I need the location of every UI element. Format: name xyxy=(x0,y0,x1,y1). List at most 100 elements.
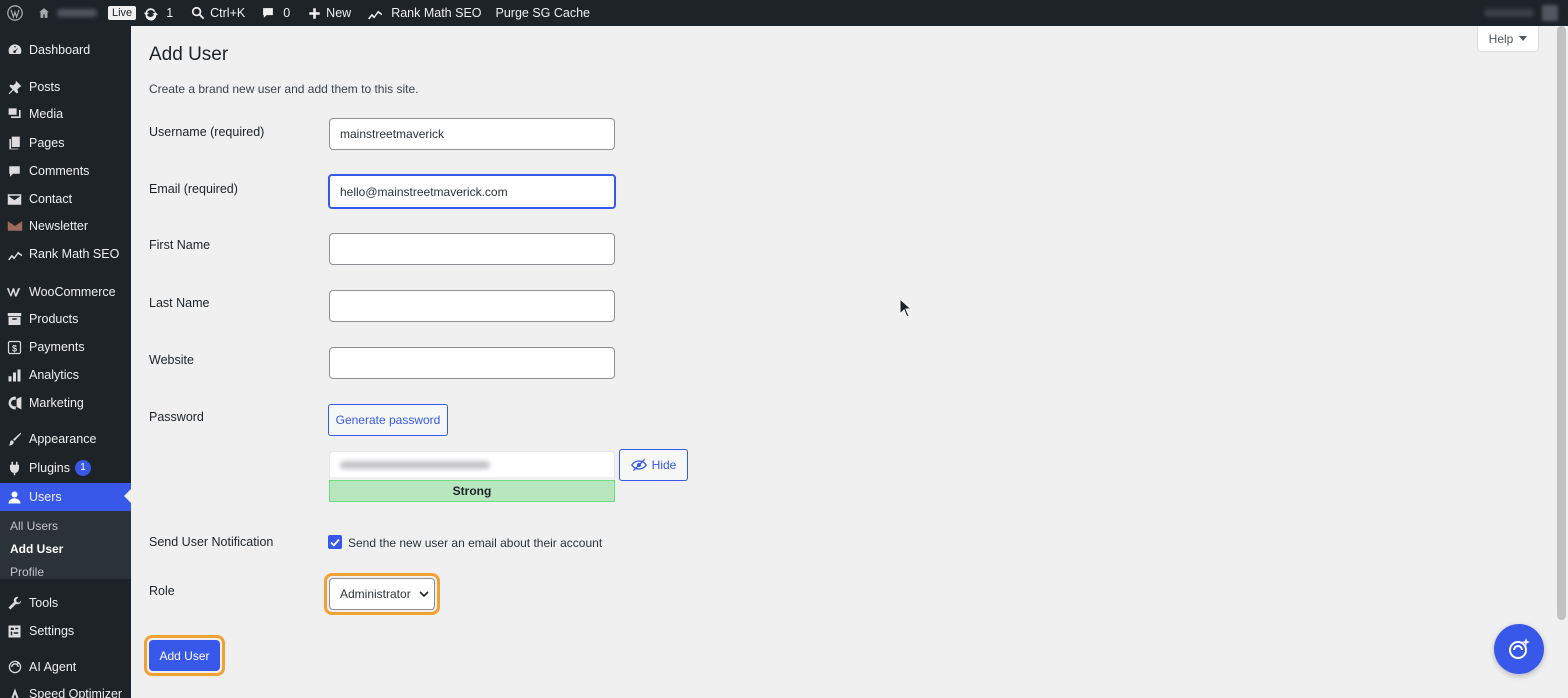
users-submenu: All Users Add User Profile xyxy=(0,511,131,579)
search-shortcut[interactable]: Ctrl+K xyxy=(184,0,252,26)
sidebar-item-label: Comments xyxy=(29,164,90,178)
brush-icon xyxy=(8,432,22,445)
sidebar-item-payments[interactable]: $ Payments xyxy=(0,334,131,360)
send-notification-checkbox[interactable] xyxy=(328,535,342,549)
sidebar-item-label: Tools xyxy=(29,596,59,610)
sidebar-item-analytics[interactable]: Analytics xyxy=(0,362,131,388)
sidebar-item-label: Settings xyxy=(29,624,75,638)
settings-icon xyxy=(8,625,21,637)
password-value-blurred xyxy=(340,460,490,469)
mouse-cursor-icon xyxy=(899,298,913,318)
sidebar-item-label: Appearance xyxy=(29,432,97,446)
page-scrollbar[interactable] xyxy=(1555,26,1568,698)
ai-assistant-button[interactable] xyxy=(1494,624,1544,674)
admin-sidebar: Dashboard Posts Media Pages Comments Con… xyxy=(0,26,131,698)
sidebar-item-ai-agent[interactable]: AI Agent xyxy=(0,654,131,680)
sidebar-item-users[interactable]: Users xyxy=(0,483,131,511)
current-menu-arrow xyxy=(124,489,131,503)
last-name-input[interactable] xyxy=(329,290,615,322)
sidebar-item-speed-optimizer[interactable]: Speed Optimizer xyxy=(0,681,131,698)
archive-icon xyxy=(7,313,22,325)
submenu-item-all-users[interactable]: All Users xyxy=(10,519,58,533)
rank-math-label: Rank Math SEO xyxy=(391,6,482,20)
sidebar-item-appearance[interactable]: Appearance xyxy=(0,426,131,452)
add-user-button[interactable]: Add User xyxy=(149,640,220,671)
sidebar-item-woocommerce[interactable]: WooCommerce xyxy=(0,279,131,305)
purge-cache-label: Purge SG Cache xyxy=(495,6,591,20)
page-title: Add User xyxy=(149,44,229,65)
svg-text:$: $ xyxy=(12,343,17,353)
sidebar-item-products[interactable]: Products xyxy=(0,306,131,332)
sidebar-item-label: Dashboard xyxy=(29,43,91,57)
help-label: Help xyxy=(1488,31,1514,46)
wordpress-logo-menu[interactable] xyxy=(0,0,30,26)
rank-math-icon xyxy=(368,10,383,20)
submenu-item-add-user[interactable]: Add User xyxy=(10,542,63,556)
home-icon xyxy=(39,8,49,18)
sidebar-item-settings[interactable]: Settings xyxy=(0,618,131,644)
sidebar-item-label: WooCommerce xyxy=(29,285,116,299)
plug-icon xyxy=(9,461,20,475)
rank-math-menu[interactable]: Rank Math SEO xyxy=(360,0,488,26)
sidebar-item-label: Media xyxy=(29,107,64,121)
new-label: New xyxy=(326,6,352,20)
media-icon xyxy=(8,108,21,118)
hide-password-button[interactable]: Hide xyxy=(619,449,688,481)
woocommerce-icon xyxy=(6,288,20,297)
plugins-update-badge: 1 xyxy=(75,460,91,476)
sidebar-item-comments[interactable]: Comments xyxy=(0,158,131,184)
sidebar-item-newsletter[interactable]: Newsletter xyxy=(0,213,131,239)
sidebar-item-label: Newsletter xyxy=(29,219,89,233)
first-name-input[interactable] xyxy=(329,233,615,265)
account-menu[interactable] xyxy=(1484,5,1568,21)
purge-cache-button[interactable]: Purge SG Cache xyxy=(489,0,598,26)
dashboard-icon xyxy=(8,44,21,54)
help-tab-button[interactable]: Help xyxy=(1477,26,1539,52)
wordpress-logo-icon xyxy=(7,5,23,21)
sidebar-item-contact[interactable]: Contact xyxy=(0,186,131,212)
sidebar-item-plugins[interactable]: Plugins 1 xyxy=(0,455,131,481)
sidebar-item-label: Plugins xyxy=(29,461,70,475)
send-notification-checkbox-label[interactable]: Send the new user an email about their a… xyxy=(348,536,602,550)
password-strength-indicator: Strong xyxy=(329,480,615,502)
scrollbar-thumb[interactable] xyxy=(1557,26,1566,620)
sidebar-item-rank-math-seo[interactable]: Rank Math SEO xyxy=(0,241,131,267)
username-input[interactable] xyxy=(329,118,615,150)
comments-count: 0 xyxy=(283,6,291,20)
sidebar-item-label: Speed Optimizer xyxy=(29,687,123,698)
admin-bar: Live 1 Ctrl+K 0 New Rank Math SEO Purge … xyxy=(0,0,1568,26)
caret-down-icon xyxy=(1519,35,1528,41)
role-select[interactable]: Administrator xyxy=(329,578,435,610)
eye-slash-icon xyxy=(630,458,647,472)
website-input[interactable] xyxy=(329,347,615,379)
site-name-menu[interactable] xyxy=(30,0,104,26)
sidebar-item-tools[interactable]: Tools xyxy=(0,590,131,616)
ai-spark-icon xyxy=(1509,638,1530,659)
chevron-down-icon xyxy=(419,590,429,597)
sidebar-item-posts[interactable]: Posts xyxy=(0,74,131,100)
speed-icon xyxy=(10,688,19,698)
updates-menu[interactable]: 1 xyxy=(136,0,180,26)
comment-bubble-icon xyxy=(263,8,274,18)
site-name-blurred xyxy=(57,9,97,17)
email-input[interactable] xyxy=(328,174,616,209)
rank-math-icon xyxy=(7,251,22,261)
sidebar-item-marketing[interactable]: Marketing xyxy=(0,390,131,416)
sidebar-item-label: Payments xyxy=(29,340,85,354)
pages-icon xyxy=(8,136,20,150)
dollar-icon: $ xyxy=(7,340,22,354)
main-content: Help Add User Create a brand new user an… xyxy=(131,26,1555,698)
sidebar-item-pages[interactable]: Pages xyxy=(0,130,131,156)
role-selected-value: Administrator xyxy=(340,587,411,601)
add-user-label: Add User xyxy=(159,648,210,663)
notification-label: Send User Notification xyxy=(149,535,274,549)
new-content-menu[interactable]: New xyxy=(301,0,358,26)
comments-menu[interactable]: 0 xyxy=(254,0,297,26)
password-input[interactable] xyxy=(329,451,615,477)
search-shortcut-label: Ctrl+K xyxy=(210,6,246,20)
sidebar-item-label: Posts xyxy=(29,80,61,94)
sidebar-item-dashboard[interactable]: Dashboard xyxy=(0,37,131,63)
sidebar-item-media[interactable]: Media xyxy=(0,101,131,127)
submenu-item-profile[interactable]: Profile xyxy=(10,565,44,579)
generate-password-button[interactable]: Generate password xyxy=(328,404,448,436)
